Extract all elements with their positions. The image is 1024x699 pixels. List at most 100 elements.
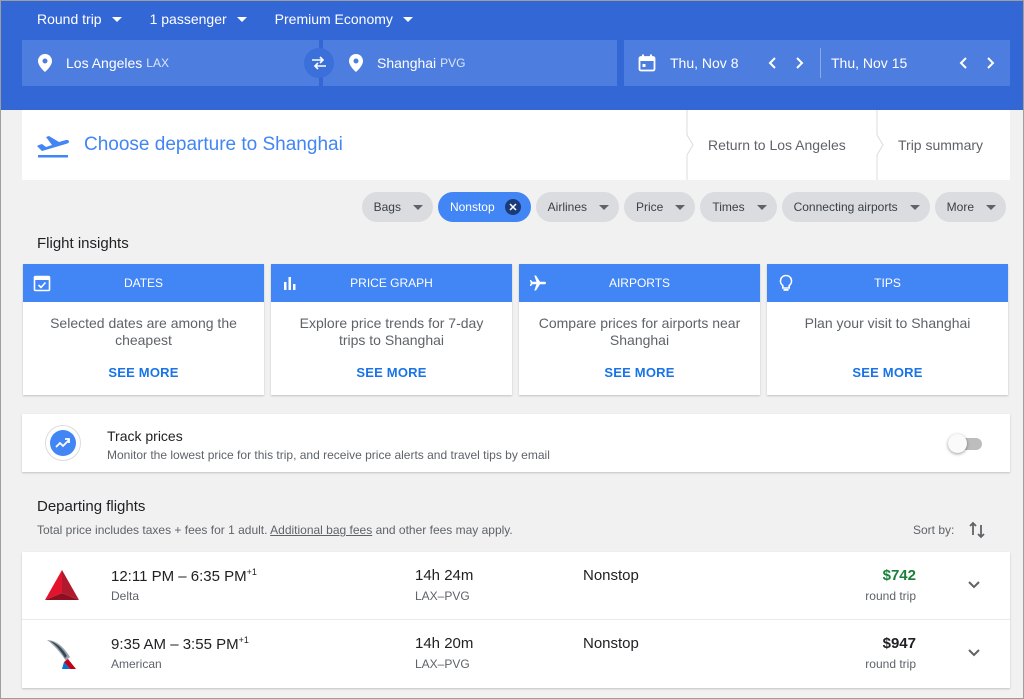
caret-down-icon — [675, 204, 686, 210]
app-frame: Round trip 1 passenger Premium Economy L… — [0, 0, 1024, 699]
cabin-class-label: Premium Economy — [274, 11, 393, 27]
sort-label: Sort by: — [913, 523, 955, 537]
trend-icon — [45, 425, 81, 461]
filter-airlines-label: Airlines — [547, 200, 588, 214]
track-prices-toggle[interactable] — [948, 434, 982, 453]
origin-code: LAX — [146, 56, 169, 70]
trip-type-label: Round trip — [37, 11, 102, 27]
filter-connecting-airports[interactable]: Connecting airports — [781, 192, 930, 222]
filter-times[interactable]: Times — [700, 192, 777, 222]
flight-route: LAX–PVG — [415, 589, 470, 603]
origin-field[interactable]: Los Angeles LAX — [22, 40, 319, 86]
flight-times: 9:35 AM – 3:55 PM+1 — [111, 635, 249, 653]
see-more-link[interactable]: SEE MORE — [767, 365, 1008, 380]
return-date: Thu, Nov 15 — [831, 55, 908, 71]
insight-card-tips[interactable]: TIPS Plan your visit to Shanghai SEE MOR… — [767, 264, 1008, 395]
insight-card-airports[interactable]: AIRPORTS Compare prices for airports nea… — [519, 264, 760, 395]
filter-more-label: More — [946, 200, 974, 214]
see-more-link[interactable]: SEE MORE — [23, 365, 264, 380]
step-return[interactable]: Return to Los Angeles — [686, 110, 876, 180]
day-offset: +1 — [246, 567, 257, 577]
departure-plane-icon — [37, 136, 69, 158]
passengers-label: 1 passenger — [149, 11, 227, 27]
airline-name: Delta — [111, 589, 140, 603]
track-prices-subtitle: Monitor the lowest price for this trip, … — [107, 448, 550, 462]
bar-chart-icon — [284, 277, 296, 290]
destination-city: Shanghai — [377, 55, 437, 71]
lightbulb-icon — [779, 274, 793, 291]
flight-duration: 14h 20m — [415, 635, 474, 652]
filter-nonstop[interactable]: Nonstop — [437, 192, 531, 222]
card-header: DATES — [23, 264, 264, 302]
flight-times-text: 12:11 PM – 6:35 PM — [111, 568, 247, 585]
track-prices-title: Track prices — [107, 428, 183, 444]
filter-times-label: Times — [712, 200, 745, 214]
date-divider — [820, 48, 821, 78]
flight-row[interactable]: 9:35 AM – 3:55 PM+1 American 14h 20m LAX… — [22, 620, 1010, 688]
step-summary[interactable]: Trip summary — [876, 110, 1010, 180]
caret-down-icon — [599, 204, 610, 210]
card-title: DATES — [123, 276, 164, 290]
toggle-knob — [948, 434, 967, 453]
destination-field[interactable]: Shanghai PVG — [323, 40, 617, 86]
caret-down-icon — [236, 16, 247, 22]
filter-chips: Bags Nonstop Airlines Price Times Connec… — [361, 192, 1006, 222]
filter-more[interactable]: More — [934, 192, 1006, 222]
depart-date-field[interactable]: Thu, Nov 8 — [624, 40, 812, 86]
calendar-check-icon — [33, 275, 51, 292]
chevron-right-icon[interactable] — [985, 57, 995, 69]
chevron-down-icon[interactable] — [967, 648, 981, 658]
caret-down-icon — [111, 16, 122, 22]
card-text: Explore price trends for 7-day trips to … — [299, 315, 484, 348]
flight-price: $742 — [882, 567, 916, 584]
card-header: AIRPORTS — [519, 264, 760, 302]
see-more-link[interactable]: SEE MORE — [519, 365, 760, 380]
location-pin-icon — [349, 54, 363, 72]
delta-logo-icon — [45, 570, 79, 600]
flight-stops: Nonstop — [583, 567, 639, 584]
card-text: Selected dates are among the cheapest — [50, 315, 237, 348]
card-title: TIPS — [874, 276, 901, 290]
flight-stops: Nonstop — [583, 635, 639, 652]
filter-airlines[interactable]: Airlines — [535, 192, 620, 222]
step-divider — [876, 110, 884, 180]
card-text: Plan your visit to Shanghai — [804, 315, 971, 331]
flight-times: 12:11 PM – 6:35 PM+1 — [111, 567, 257, 585]
caret-down-icon — [402, 16, 413, 22]
filter-nonstop-label: Nonstop — [449, 200, 495, 214]
trip-type-dropdown[interactable]: Round trip — [37, 9, 122, 29]
fee-note-pre: Total price includes taxes + fees for 1 … — [37, 523, 268, 537]
card-title: PRICE GRAPH — [350, 276, 433, 290]
american-logo-icon — [47, 640, 76, 669]
filter-price-label: Price — [636, 200, 664, 214]
insight-cards: DATES Selected dates are among the cheap… — [23, 264, 1008, 395]
insight-card-dates[interactable]: DATES Selected dates are among the cheap… — [23, 264, 264, 395]
flight-row[interactable]: 12:11 PM – 6:35 PM+1 Delta 14h 24m LAX–P… — [22, 552, 1010, 620]
depart-date: Thu, Nov 8 — [670, 55, 739, 71]
card-title: AIRPORTS — [608, 276, 671, 290]
return-date-field[interactable]: Thu, Nov 15 — [831, 40, 1003, 86]
chevron-right-icon[interactable] — [794, 57, 804, 69]
filter-bags[interactable]: Bags — [361, 192, 433, 222]
destination-code: PVG — [440, 56, 466, 70]
cabin-class-dropdown[interactable]: Premium Economy — [275, 9, 413, 29]
current-step: Choose departure to Shanghai — [22, 132, 686, 158]
see-more-link[interactable]: SEE MORE — [271, 365, 512, 380]
filter-price[interactable]: Price — [624, 192, 696, 222]
clear-filter-icon[interactable] — [504, 199, 521, 215]
chevron-left-icon[interactable] — [768, 57, 778, 69]
day-offset: +1 — [238, 635, 249, 645]
chevron-down-icon[interactable] — [967, 580, 981, 590]
fee-note: Total price includes taxes + fees for 1 … — [37, 523, 513, 537]
flight-duration: 14h 24m — [415, 567, 474, 584]
booking-steps: Choose departure to Shanghai Return to L… — [22, 110, 1010, 180]
swap-airports-button[interactable] — [304, 48, 334, 78]
insight-card-price-graph[interactable]: PRICE GRAPH Explore price trends for 7-d… — [271, 264, 512, 395]
flight-times-text: 9:35 AM – 3:55 PM — [111, 636, 239, 653]
departing-heading: Departing flights — [37, 498, 146, 515]
sort-icon[interactable] — [967, 520, 987, 540]
fee-note-post: and other fees may apply. — [375, 523, 513, 537]
chevron-left-icon[interactable] — [959, 57, 969, 69]
passengers-dropdown[interactable]: 1 passenger — [150, 9, 247, 29]
bag-fees-link[interactable]: Additional bag fees — [270, 523, 372, 537]
